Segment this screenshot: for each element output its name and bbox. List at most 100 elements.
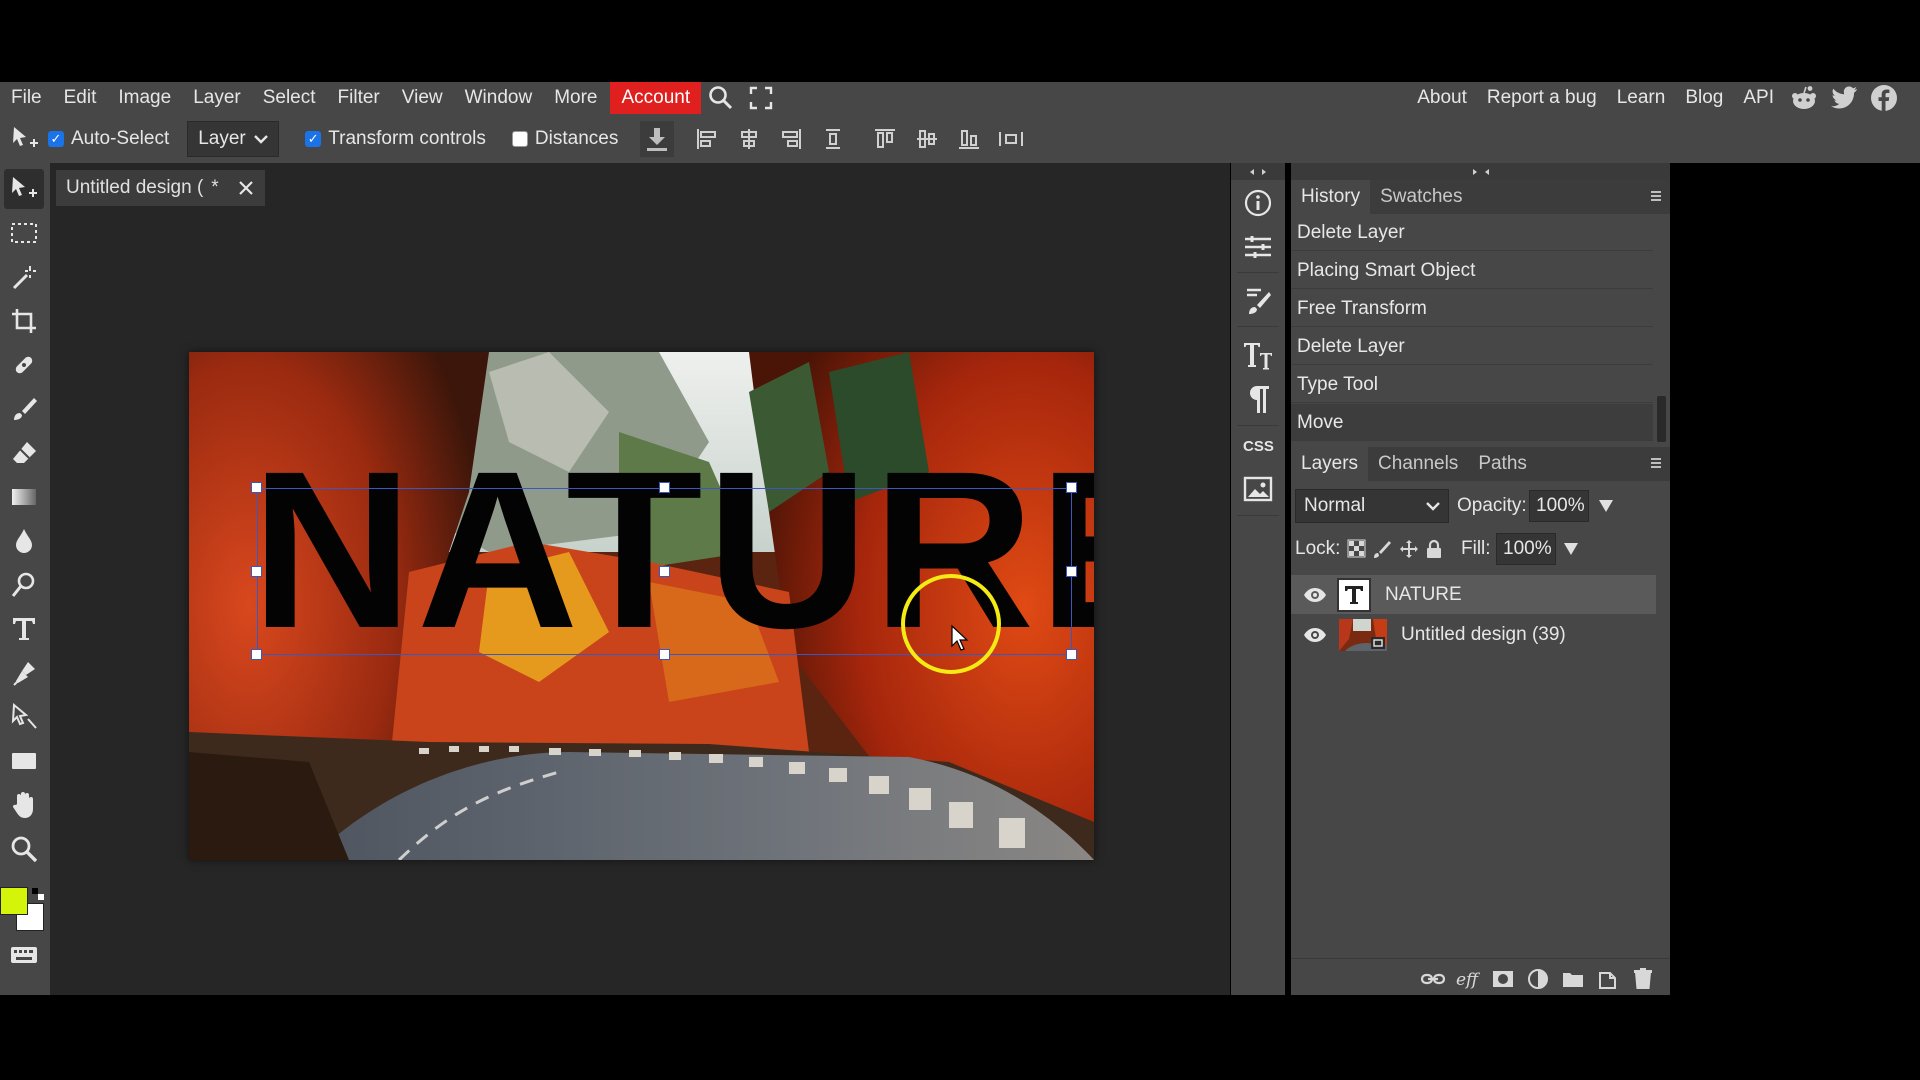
layer-row[interactable]: NATURE	[1291, 575, 1656, 614]
transform-handle-top-right[interactable]	[1066, 482, 1077, 493]
align-right-icon[interactable]	[774, 121, 808, 157]
transform-handle-middle-right[interactable]	[1066, 566, 1077, 577]
dodge-icon[interactable]	[4, 565, 44, 605]
crop-icon[interactable]	[4, 301, 44, 341]
align-middle-vertical-icon[interactable]	[910, 121, 944, 157]
auto-select-checkbox[interactable]: ✓ Auto-Select	[48, 128, 169, 150]
layer-name[interactable]: NATURE	[1385, 584, 1462, 606]
tab-paths[interactable]: Paths	[1468, 447, 1537, 481]
layer-mask-icon[interactable]	[1491, 967, 1515, 991]
layer-name[interactable]: Untitled design (39)	[1401, 624, 1566, 646]
auto-select-target-dropdown[interactable]: Layer	[187, 120, 280, 157]
transform-handle-bottom-center[interactable]	[659, 649, 670, 660]
magic-wand-icon[interactable]	[4, 257, 44, 297]
align-bottom-icon[interactable]	[952, 121, 986, 157]
delete-layer-trash-icon[interactable]	[1631, 967, 1655, 991]
document-tab[interactable]: Untitled design ( *	[56, 170, 265, 206]
menu-select[interactable]: Select	[252, 82, 327, 114]
align-center-horizontal-icon[interactable]	[732, 121, 766, 157]
transform-handle-center[interactable]	[659, 566, 670, 577]
collapse-arrows-icon[interactable]	[1471, 166, 1491, 178]
new-layer-icon[interactable]	[1596, 967, 1620, 991]
opacity-input[interactable]: 100%	[1529, 490, 1589, 522]
blur-drop-icon[interactable]	[4, 521, 44, 561]
info-icon[interactable]	[1238, 183, 1278, 223]
tab-swatches[interactable]: Swatches	[1370, 180, 1472, 214]
align-left-icon[interactable]	[690, 121, 724, 157]
new-group-folder-icon[interactable]	[1561, 967, 1585, 991]
menu-blog[interactable]: Blog	[1675, 82, 1733, 114]
zoom-tool-icon[interactable]	[4, 829, 44, 869]
fullscreen-icon[interactable]	[741, 82, 781, 114]
tab-channels[interactable]: Channels	[1368, 447, 1468, 481]
eye-icon[interactable]	[1303, 587, 1327, 603]
history-item-current[interactable]: Move	[1291, 404, 1653, 441]
download-icon[interactable]	[640, 120, 675, 157]
transform-controls-checkbox[interactable]: ✓ Transform controls	[305, 128, 486, 150]
healing-brush-icon[interactable]	[4, 345, 44, 385]
menu-more[interactable]: More	[543, 82, 608, 114]
menu-report-bug[interactable]: Report a bug	[1477, 82, 1607, 114]
transform-handle-bottom-left[interactable]	[251, 649, 262, 660]
panels-collapse-bar[interactable]	[1291, 163, 1670, 180]
eraser-icon[interactable]	[4, 433, 44, 473]
gradient-icon[interactable]	[4, 477, 44, 517]
marquee-select-icon[interactable]	[4, 213, 44, 253]
path-select-icon[interactable]	[4, 697, 44, 737]
history-item[interactable]: Placing Smart Object	[1291, 252, 1653, 289]
menu-api[interactable]: API	[1733, 82, 1784, 114]
reddit-icon[interactable]	[1784, 82, 1824, 114]
panel-menu-icon[interactable]	[1648, 455, 1664, 471]
transform-handle-top-center[interactable]	[659, 482, 670, 493]
menu-edit[interactable]: Edit	[53, 82, 108, 114]
layer-row[interactable]: Untitled design (39)	[1291, 615, 1656, 654]
adjustment-layer-icon[interactable]	[1526, 967, 1550, 991]
opacity-dropdown-icon[interactable]	[1599, 500, 1613, 512]
css-panel-icon[interactable]: CSS	[1238, 425, 1278, 465]
history-item[interactable]: Delete Layer	[1291, 328, 1653, 365]
lock-pixels-icon[interactable]	[1373, 539, 1393, 559]
blend-mode-dropdown[interactable]: Normal	[1295, 489, 1449, 523]
tab-layers[interactable]: Layers	[1291, 447, 1369, 481]
lock-position-icon[interactable]	[1399, 539, 1419, 559]
lock-transparency-icon[interactable]	[1347, 539, 1367, 559]
history-scrollbar[interactable]	[1657, 396, 1666, 442]
facebook-icon[interactable]	[1864, 82, 1904, 114]
distances-checkbox[interactable]: Distances	[511, 128, 618, 150]
align-top-icon[interactable]	[868, 121, 902, 157]
keyboard-icon[interactable]	[4, 935, 44, 975]
fill-dropdown-icon[interactable]	[1564, 543, 1578, 555]
adjustments-icon[interactable]	[1238, 227, 1278, 267]
type-tool-icon[interactable]	[4, 609, 44, 649]
tab-history[interactable]: History	[1291, 180, 1371, 214]
distribute-vertical-icon[interactable]	[994, 121, 1028, 157]
close-icon[interactable]	[237, 179, 255, 197]
menu-layer[interactable]: Layer	[182, 82, 252, 114]
transform-handle-middle-left[interactable]	[251, 566, 262, 577]
panel-menu-icon[interactable]	[1648, 188, 1664, 204]
menu-filter[interactable]: Filter	[327, 82, 391, 114]
history-item[interactable]: Delete Layer	[1291, 214, 1653, 251]
transform-handle-bottom-right[interactable]	[1066, 649, 1077, 660]
menu-image[interactable]: Image	[107, 82, 182, 114]
twitter-icon[interactable]	[1824, 82, 1864, 114]
account-button[interactable]: Account	[610, 82, 702, 114]
character-panel-icon[interactable]	[1238, 335, 1278, 375]
menu-window[interactable]: Window	[454, 82, 544, 114]
menu-file[interactable]: File	[0, 82, 53, 114]
history-item[interactable]: Type Tool	[1291, 366, 1653, 403]
transform-handle-top-left[interactable]	[251, 482, 262, 493]
menu-about[interactable]: About	[1407, 82, 1477, 114]
layer-effects-icon[interactable]: eff	[1456, 967, 1480, 991]
collapse-bar[interactable]	[1231, 163, 1285, 180]
history-item[interactable]: Free Transform	[1291, 290, 1653, 327]
swap-colors-icon[interactable]	[32, 887, 44, 900]
pen-tool-icon[interactable]	[4, 653, 44, 693]
menu-learn[interactable]: Learn	[1607, 82, 1676, 114]
brush-settings-icon[interactable]	[1238, 281, 1278, 321]
color-swatches[interactable]	[0, 885, 50, 935]
image-panel-icon[interactable]	[1238, 469, 1278, 509]
brush-icon[interactable]	[4, 389, 44, 429]
paragraph-panel-icon[interactable]	[1238, 379, 1278, 419]
lock-all-icon[interactable]	[1425, 539, 1443, 559]
